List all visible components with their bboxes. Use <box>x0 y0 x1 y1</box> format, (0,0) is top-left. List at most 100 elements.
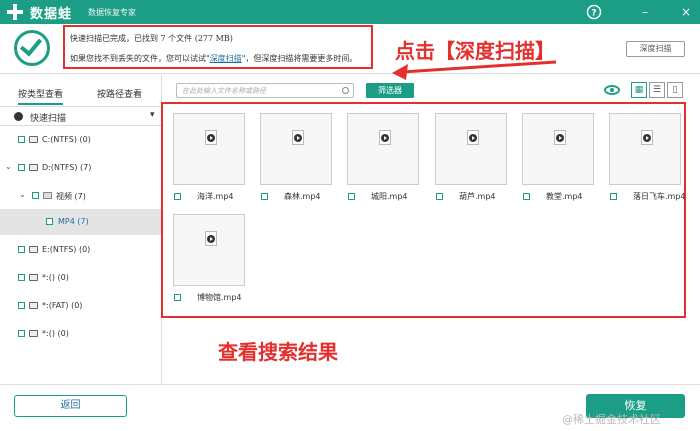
play-icon <box>556 134 564 142</box>
sidebar: 按类型查看 按路径查看 快速扫描 ▾ C:(NTFS) (0) ⌄ D:(NTF… <box>0 75 162 384</box>
detail-view-icon[interactable]: ▯ <box>667 82 683 98</box>
play-icon <box>207 235 215 243</box>
search-icon[interactable] <box>342 87 349 94</box>
tree-item-unknown-1[interactable]: *:() (0) <box>0 265 162 291</box>
chevron-down-icon[interactable]: ⌄ <box>19 190 26 199</box>
tree-item-e[interactable]: E:(NTFS) (0) <box>0 237 162 263</box>
play-icon <box>294 134 302 142</box>
file-thumbnail[interactable] <box>435 113 507 185</box>
file-thumbnail[interactable] <box>609 113 681 185</box>
file-checkbox[interactable] <box>174 294 181 301</box>
checkbox[interactable] <box>18 164 25 171</box>
video-file-icon <box>205 130 217 145</box>
grid-view-icon[interactable]: ▦ <box>631 82 647 98</box>
quick-scan-row[interactable]: 快速扫描 ▾ <box>0 106 162 126</box>
scan-complete-text: 快速扫描已完成，已找到 7 个文件 (277 MB) <box>70 34 233 43</box>
play-icon <box>381 134 389 142</box>
deep-scan-link[interactable]: 深度扫描 <box>210 54 242 63</box>
file-name: 森林.mp4 <box>284 192 321 201</box>
file-checkbox[interactable] <box>348 193 355 200</box>
file-checkbox[interactable] <box>436 193 443 200</box>
drive-icon <box>29 330 38 337</box>
back-button[interactable]: 返回 <box>14 395 127 417</box>
deep-scan-hint: 如果您找不到丢失的文件，您可以试试"深度扫描"，但深度扫描将需要更多时间。 <box>70 54 358 63</box>
quick-scan-label: 快速扫描 <box>30 114 67 124</box>
tree-item-video[interactable]: ⌄ 视频 (7) <box>0 183 162 209</box>
file-name: 城阳.mp4 <box>371 192 408 201</box>
tree-item-label: *:() (0) <box>42 329 69 338</box>
video-file-icon <box>379 130 391 145</box>
tree-item-unknown-2[interactable]: *:() (0) <box>0 321 162 347</box>
app-name: 数据蛙 <box>30 7 73 22</box>
chevron-down-icon[interactable]: ▾ <box>150 110 155 120</box>
checkbox[interactable] <box>18 302 25 309</box>
video-file-icon <box>467 130 479 145</box>
tree-item-label: 视频 (7) <box>56 192 86 201</box>
checkbox[interactable] <box>18 246 25 253</box>
help-icon[interactable]: ? <box>586 4 602 20</box>
video-file-icon <box>554 130 566 145</box>
search-results-highlight: 海洋.mp4 森林.mp4 城阳.mp4 葫芦.mp4 教堂.mp4 落日飞车.… <box>161 102 686 318</box>
app-subtitle: 数据恢复专家 <box>88 8 136 17</box>
video-folder-icon <box>43 192 52 199</box>
checkbox[interactable] <box>18 136 25 143</box>
checkbox[interactable] <box>18 330 25 337</box>
tree-item-label: C:(NTFS) (0) <box>42 135 91 144</box>
tree-item-label: *:() (0) <box>42 273 69 282</box>
search-input[interactable]: 在此处输入文件名称或路径 <box>176 83 354 98</box>
drive-icon <box>29 246 38 253</box>
footer-bar: 返回 恢复 @稀土掘金技术社区 <box>0 384 700 431</box>
close-button[interactable]: × <box>678 4 694 20</box>
filter-button[interactable]: 筛选器 <box>366 83 414 98</box>
file-thumbnail[interactable] <box>522 113 594 185</box>
app-logo-icon <box>7 4 23 20</box>
file-checkbox[interactable] <box>523 193 530 200</box>
file-name: 落日飞车.mp4 <box>633 192 686 201</box>
tree-item-label: E:(NTFS) (0) <box>42 245 91 254</box>
quick-scan-radio[interactable] <box>14 112 23 121</box>
checkbox[interactable] <box>46 218 53 225</box>
checkbox[interactable] <box>32 192 39 199</box>
tab-by-path[interactable]: 按路径查看 <box>97 87 142 100</box>
view-tabs: 按类型查看 按路径查看 <box>0 81 162 105</box>
file-name: 博物馆.mp4 <box>197 293 242 302</box>
drive-icon <box>29 274 38 281</box>
tree-item-label: *:(FAT) (0) <box>42 301 83 310</box>
tree-item-d[interactable]: ⌄ D:(NTFS) (7) <box>0 155 162 181</box>
tree-item-c[interactable]: C:(NTFS) (0) <box>0 127 162 153</box>
play-icon <box>643 134 651 142</box>
file-checkbox[interactable] <box>610 193 617 200</box>
checkbox[interactable] <box>18 274 25 281</box>
file-thumbnail[interactable] <box>347 113 419 185</box>
file-thumbnail[interactable] <box>173 214 245 286</box>
watermark: @稀土掘金技术社区 <box>562 413 661 426</box>
search-placeholder: 在此处输入文件名称或路径 <box>182 87 266 95</box>
file-name: 教堂.mp4 <box>546 192 583 201</box>
tree-item-mp4[interactable]: MP4 (7) <box>0 209 162 235</box>
file-checkbox[interactable] <box>261 193 268 200</box>
video-file-icon <box>292 130 304 145</box>
svg-text:?: ? <box>591 9 596 19</box>
deep-scan-button[interactable]: 深度扫描 <box>626 41 685 57</box>
chevron-down-icon[interactable]: ⌄ <box>5 162 12 171</box>
file-name: 葫芦.mp4 <box>459 192 496 201</box>
file-thumbnail[interactable] <box>173 113 245 185</box>
scan-result-highlight: 快速扫描已完成，已找到 7 个文件 (277 MB) 如果您找不到丢失的文件，您… <box>63 25 373 69</box>
drive-icon <box>29 164 38 171</box>
drive-icon <box>29 136 38 143</box>
check-circle-icon <box>14 30 50 66</box>
scan-status-banner: 快速扫描已完成，已找到 7 个文件 (277 MB) 如果您找不到丢失的文件，您… <box>0 24 700 80</box>
tree-item-label: MP4 (7) <box>58 217 89 226</box>
title-bar: 数据蛙 数据恢复专家 ? – × <box>0 0 700 24</box>
minimize-button[interactable]: – <box>637 4 653 20</box>
annotation-view-results: 查看搜索结果 <box>218 340 338 364</box>
eye-icon[interactable] <box>604 85 620 95</box>
file-thumbnail[interactable] <box>260 113 332 185</box>
tab-by-type[interactable]: 按类型查看 <box>18 87 64 105</box>
tree-item-fat[interactable]: *:(FAT) (0) <box>0 293 162 319</box>
file-checkbox[interactable] <box>174 193 181 200</box>
list-view-icon[interactable]: ☰ <box>649 82 665 98</box>
drive-icon <box>29 302 38 309</box>
video-file-icon <box>641 130 653 145</box>
play-icon <box>469 134 477 142</box>
